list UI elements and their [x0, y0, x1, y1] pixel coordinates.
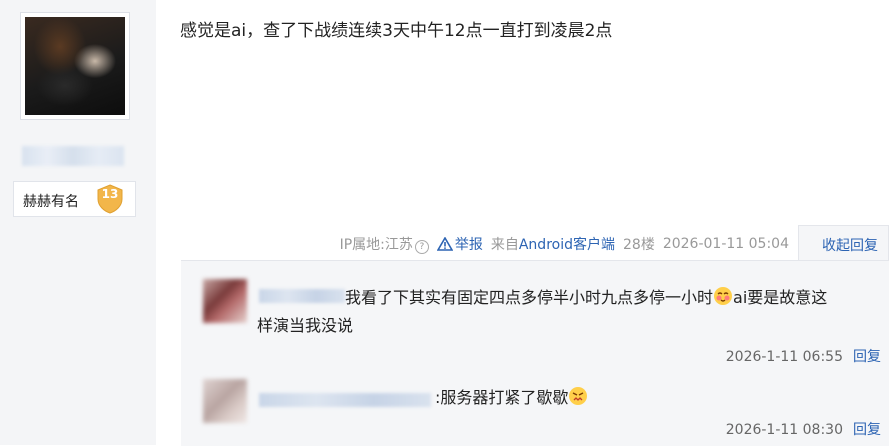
- help-icon[interactable]: ?: [414, 240, 429, 254]
- floor-number: 28楼: [623, 237, 655, 253]
- author-username[interactable]: [22, 146, 124, 166]
- reply-time: 2026-1-11 06:55: [725, 349, 843, 365]
- rank-level: 13: [101, 187, 119, 201]
- reply-button[interactable]: 回复: [853, 422, 881, 438]
- collapse-replies-tab[interactable]: 收起回复: [798, 225, 889, 261]
- reply-text-line2: 样演当我没说: [257, 316, 354, 335]
- reply-text: :服务器打紧了歇歇: [435, 385, 588, 411]
- reply-meta: 2026-1-11 08:30 回复: [726, 419, 881, 439]
- warning-icon: [436, 237, 453, 251]
- author-sidebar: 赫赫有名 13: [0, 0, 156, 445]
- rank-badge-box[interactable]: 赫赫有名 13: [13, 181, 136, 217]
- reply-username[interactable]: [259, 393, 431, 407]
- reply-button[interactable]: 回复: [853, 349, 881, 365]
- report-button[interactable]: 举报: [436, 234, 483, 254]
- post-content: 感觉是ai，查了下战绩连续3天中午12点一直打到凌晨2点: [180, 21, 613, 41]
- post-timestamp: 2026-01-11 05:04: [662, 236, 789, 252]
- ip-location: IP属地:江苏?: [340, 234, 429, 254]
- level-shield-icon: 13: [96, 184, 124, 214]
- post-tail-bar: IP属地:江苏? 举报 来自Android客户端 28楼 2026-01-11 …: [340, 234, 789, 254]
- blush-emoji-icon: [714, 287, 733, 305]
- reply-avatar[interactable]: [203, 379, 247, 423]
- avatar-image: [25, 17, 125, 115]
- reply-avatar[interactable]: [203, 279, 247, 323]
- reply-text: 我看了下其实有固定四点多停半小时九点多停一小时 ai要是故意这: [345, 287, 828, 307]
- collapse-replies-label: 收起回复: [822, 238, 878, 254]
- sub-reply-list: 我看了下其实有固定四点多停半小时九点多停一小时 ai要是故意这 样演当我没说 20…: [181, 260, 889, 446]
- client-source: 来自Android客户端: [490, 237, 615, 253]
- client-link[interactable]: Android客户端: [519, 237, 615, 253]
- angry-emoji-icon: [569, 387, 588, 405]
- rank-name: 赫赫有名: [23, 194, 79, 210]
- reply-meta: 2026-1-11 06:55 回复: [726, 346, 881, 366]
- reply-time: 2026-1-11 08:30: [725, 422, 843, 438]
- author-avatar[interactable]: [20, 12, 130, 120]
- reply-username[interactable]: [259, 289, 345, 303]
